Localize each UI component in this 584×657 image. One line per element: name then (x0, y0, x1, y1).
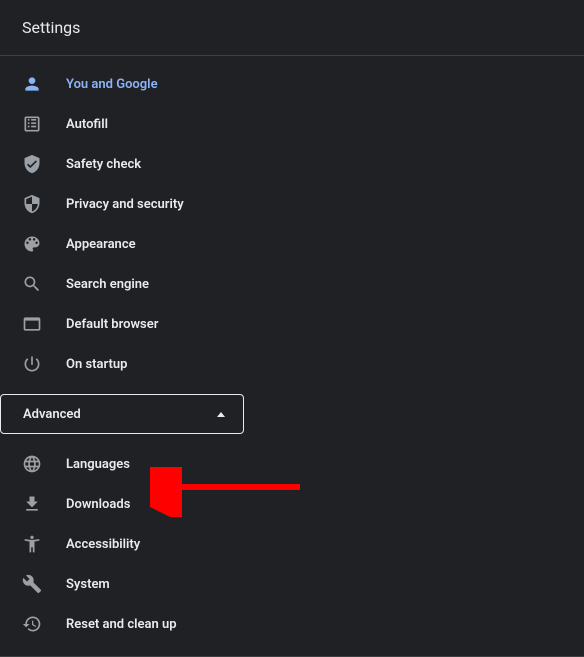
globe-icon (22, 454, 42, 474)
palette-icon (22, 234, 42, 254)
nav-label: Downloads (66, 497, 130, 512)
settings-header: Settings (0, 0, 584, 56)
nav-item-default-browser[interactable]: Default browser (0, 304, 584, 344)
advanced-label: Advanced (23, 407, 81, 422)
nav-label: Appearance (66, 237, 136, 252)
nav-label: Privacy and security (66, 197, 184, 212)
autofill-icon (22, 114, 42, 134)
nav-label: Default browser (66, 317, 158, 332)
nav-item-safety-check[interactable]: Safety check (0, 144, 584, 184)
nav-label: Accessibility (66, 537, 140, 552)
nav-item-appearance[interactable]: Appearance (0, 224, 584, 264)
nav-item-system[interactable]: System (0, 564, 584, 604)
settings-nav: You and Google Autofill Safety check Pri… (0, 56, 584, 657)
power-icon (22, 354, 42, 374)
nav-item-autofill[interactable]: Autofill (0, 104, 584, 144)
chevron-up-icon (217, 412, 225, 417)
download-icon (22, 494, 42, 514)
browser-icon (22, 314, 42, 334)
nav-label: Autofill (66, 117, 108, 132)
search-icon (22, 274, 42, 294)
accessibility-icon (22, 534, 42, 554)
person-icon (22, 74, 42, 94)
shield-check-icon (22, 154, 42, 174)
nav-item-you-and-google[interactable]: You and Google (0, 64, 584, 104)
nav-item-reset-cleanup[interactable]: Reset and clean up (0, 604, 584, 644)
nav-label: System (66, 577, 110, 592)
nav-item-on-startup[interactable]: On startup (0, 344, 584, 384)
nav-item-languages[interactable]: Languages (0, 444, 584, 484)
restore-icon (22, 614, 42, 634)
wrench-icon (22, 574, 42, 594)
nav-label: Safety check (66, 157, 141, 172)
nav-label: You and Google (66, 77, 158, 92)
nav-label: Languages (66, 457, 130, 472)
nav-label: On startup (66, 357, 127, 372)
nav-label: Search engine (66, 277, 149, 292)
page-title: Settings (22, 18, 80, 37)
nav-item-search-engine[interactable]: Search engine (0, 264, 584, 304)
shield-icon (22, 194, 42, 214)
advanced-toggle[interactable]: Advanced (0, 394, 244, 434)
nav-item-accessibility[interactable]: Accessibility (0, 524, 584, 564)
nav-item-privacy-security[interactable]: Privacy and security (0, 184, 584, 224)
nav-item-downloads[interactable]: Downloads (0, 484, 584, 524)
nav-label: Reset and clean up (66, 617, 177, 632)
